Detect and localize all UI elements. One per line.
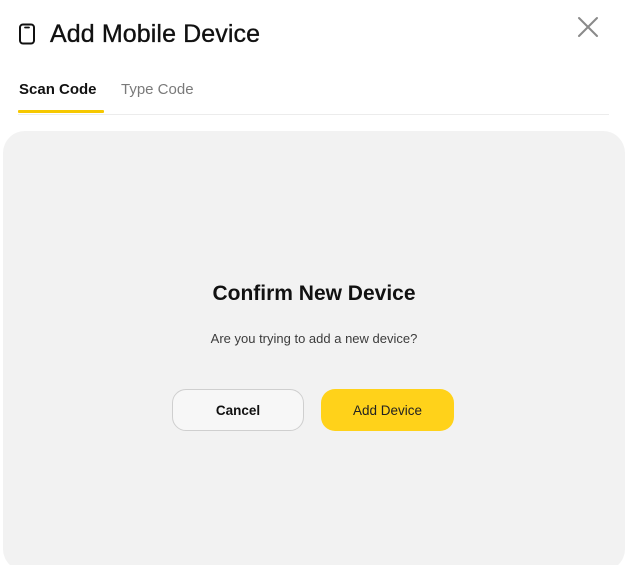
- dialog-header: Add Mobile Device: [18, 17, 260, 51]
- close-button[interactable]: [576, 15, 600, 39]
- confirm-title: Confirm New Device: [212, 282, 416, 305]
- tab-type-code[interactable]: Type Code: [121, 81, 194, 98]
- close-icon[interactable]: [576, 15, 600, 39]
- add-device-button[interactable]: Add Device: [321, 389, 454, 431]
- add-mobile-device-dialog: Add Mobile Device Scan Code Type Code Co…: [0, 0, 628, 565]
- active-tab-indicator: [18, 110, 104, 113]
- dialog-title: Add Mobile Device: [50, 19, 261, 48]
- cancel-button[interactable]: Cancel: [172, 389, 304, 431]
- confirm-subtitle: Are you trying to add a new device?: [210, 331, 418, 346]
- confirm-panel: Confirm New Device Are you trying to add…: [3, 131, 625, 565]
- mobile-phone-icon: [18, 23, 36, 45]
- tab-scan-code[interactable]: Scan Code: [19, 81, 97, 98]
- tab-bar: Scan Code Type Code: [18, 78, 609, 115]
